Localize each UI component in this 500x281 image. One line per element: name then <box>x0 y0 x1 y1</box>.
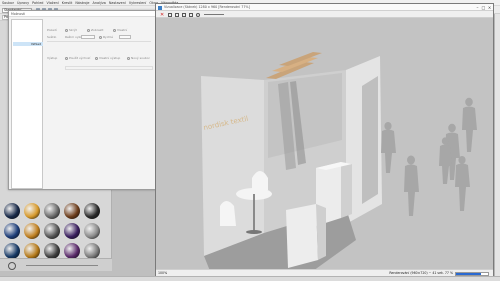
menu-item[interactable]: Úpravy <box>17 1 29 5</box>
render-statusbar: 100% Renderování (960×720) ~ 41 sek. 77 … <box>156 269 493 276</box>
radio-new-file[interactable]: Nový soubor <box>127 56 150 60</box>
radio-hide[interactable]: Skrýt <box>65 28 77 32</box>
material-swatch[interactable] <box>84 243 100 259</box>
render-window: Vizualizace (Stánek) 1280 x 960 [Rendero… <box>155 3 494 276</box>
material-swatch[interactable] <box>44 223 60 239</box>
menu-item[interactable]: Analýza <box>93 1 106 5</box>
render-window-titlebar: Vizualizace (Stánek) 1280 x 960 [Rendero… <box>156 4 493 11</box>
right-side-panel <box>494 14 500 276</box>
radio-default[interactable]: Použít výchozí <box>65 56 90 60</box>
material-swatch[interactable] <box>64 243 80 259</box>
booth-render: nordisk textil <box>201 52 477 269</box>
divider <box>47 41 151 42</box>
option-row-label: Výstup <box>47 56 58 60</box>
bottom-status-strip <box>0 276 500 281</box>
radio-show[interactable]: Zobrazit <box>87 28 103 32</box>
application-window: Soubor Úpravy Pohled Vložení Kreslit Nástroje… <box>0 0 500 281</box>
dialog-title: Možnosti <box>9 11 157 17</box>
minimize-icon[interactable]: – <box>475 5 480 10</box>
maximize-icon[interactable]: □ <box>481 5 486 10</box>
menu-item[interactable]: Soubor <box>2 1 14 5</box>
app-icon <box>158 5 162 10</box>
radio-custom-output[interactable]: Vlastní výstup <box>95 56 120 60</box>
material-swatch[interactable] <box>4 243 20 259</box>
material-swatch[interactable] <box>84 223 100 239</box>
material-swatch[interactable] <box>44 203 60 219</box>
copy-image-icon[interactable] <box>175 12 179 17</box>
material-swatch[interactable] <box>24 243 40 259</box>
zoom-slider[interactable] <box>204 14 224 15</box>
material-swatch[interactable] <box>44 243 60 259</box>
material-swatch[interactable] <box>24 223 40 239</box>
zoom-icon[interactable] <box>196 12 200 17</box>
radio-fast[interactable]: Rychlé <box>99 35 113 39</box>
save-image-icon[interactable] <box>168 12 172 17</box>
render-viewport: nordisk textil <box>156 18 493 269</box>
material-panel-footer <box>0 258 112 271</box>
material-swatch[interactable] <box>64 203 80 219</box>
menu-item[interactable]: Vložení <box>46 1 58 5</box>
options-dialog: Možnosti Vzhled Pozadí Skrýt Zobrazit Vl… <box>8 10 158 190</box>
zoom-level: 100% <box>158 271 168 275</box>
material-swatch[interactable] <box>4 223 20 239</box>
people-figures <box>381 97 477 216</box>
preview-size-slider[interactable] <box>26 265 98 266</box>
render-progress-fill <box>456 272 481 275</box>
render-toolbar: ✕ <box>156 11 493 18</box>
material-swatch[interactable] <box>84 203 100 219</box>
render-value-field[interactable] <box>119 34 131 39</box>
render-window-title: Vizualizace (Stánek) 1280 x 960 [Rendero… <box>164 5 250 9</box>
material-swatch[interactable] <box>4 203 20 219</box>
output-path-field[interactable] <box>65 66 153 70</box>
render-mode-label: Režim vykr. <box>65 35 83 39</box>
options-category-list[interactable]: Vzhled <box>11 19 43 189</box>
material-swatch[interactable] <box>24 203 40 219</box>
material-swatch[interactable] <box>64 223 80 239</box>
options-category-selected[interactable]: Vzhled <box>13 42 43 46</box>
menu-item[interactable]: Vykreslení <box>129 1 147 5</box>
globe-icon[interactable] <box>8 262 16 270</box>
close-icon[interactable]: × <box>487 5 492 10</box>
print-icon[interactable] <box>182 12 186 17</box>
render-progress-bar <box>455 271 489 276</box>
menu-item[interactable]: Pohled <box>32 1 43 5</box>
menu-item[interactable]: Kreslit <box>62 1 73 5</box>
option-row-label: Pozadí <box>47 28 57 32</box>
menu-item[interactable]: Nástroje <box>75 1 89 5</box>
render-mode-field[interactable] <box>81 34 95 39</box>
radio-custom[interactable]: Vlastní <box>113 28 127 32</box>
menu-item[interactable]: Nastavení <box>109 1 126 5</box>
option-row-label: Světlo <box>47 35 57 39</box>
zoom-fit-icon[interactable] <box>189 12 193 17</box>
stop-render-icon[interactable]: ✕ <box>160 12 164 18</box>
